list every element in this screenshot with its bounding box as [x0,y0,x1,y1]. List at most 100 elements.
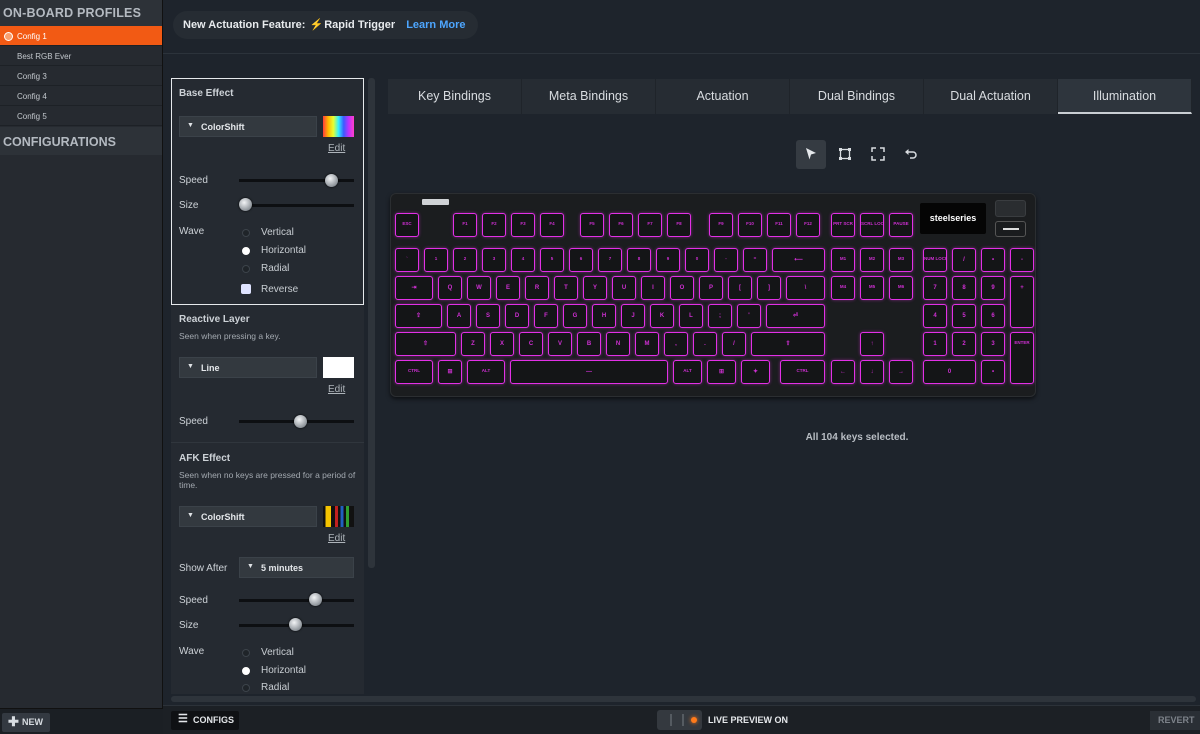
keyboard-key[interactable]: ⇪ [395,304,442,328]
keyboard-key[interactable]: - [714,248,738,272]
keyboard-key[interactable]: • [981,360,1005,384]
keyboard-key[interactable]: F5 [580,213,604,237]
keyboard-key[interactable]: M3 [889,248,913,272]
keyboard-key[interactable]: Z [461,332,485,356]
keyboard-key[interactable]: 7 [598,248,622,272]
volume-wheel[interactable] [995,200,1026,217]
keyboard-key[interactable]: → [889,360,913,384]
keyboard-key[interactable]: W [467,276,491,300]
keyboard-key[interactable]: 8 [627,248,651,272]
keyboard-key[interactable]: 0 [923,360,976,384]
keyboard-key[interactable]: 3 [482,248,506,272]
profile-item-config-5[interactable]: Config 5 [0,106,162,126]
learn-more-link[interactable]: Learn More [406,19,465,31]
revert-button[interactable]: REVERT [1150,711,1200,730]
keyboard-key[interactable]: 4 [923,304,947,328]
keyboard-key[interactable]: ` [395,248,419,272]
keyboard-key[interactable]: ↑ [860,332,884,356]
keyboard-key[interactable]: Y [583,276,607,300]
base-speed-knob[interactable] [325,174,338,187]
afk-effect-dropdown[interactable]: ▼ ColorShift [179,506,317,527]
keyboard-key[interactable]: 4 [511,248,535,272]
media-button[interactable] [995,221,1026,237]
base-size-slider[interactable] [239,204,354,207]
keyboard-key[interactable]: M5 [860,276,884,300]
keyboard-key[interactable]: ESC [395,213,419,237]
keyboard-key[interactable]: L [679,304,703,328]
keyboard-key[interactable]: 2 [453,248,477,272]
tab-illumination[interactable]: Illumination [1058,79,1192,114]
keyboard-key[interactable]: F12 [796,213,820,237]
keyboard-key[interactable]: • [981,248,1005,272]
keyboard-key[interactable]: NUM LOCK [923,248,947,272]
panel-scrollbar[interactable] [368,78,375,568]
keyboard-key[interactable]: F6 [609,213,633,237]
keyboard-key[interactable]: Q [438,276,462,300]
horizontal-scrollbar[interactable] [171,696,1196,702]
tab-dual-bindings[interactable]: Dual Bindings [790,79,924,114]
marquee-select-icon[interactable] [830,140,860,169]
keyboard-key[interactable]: PRT SCR [831,213,855,237]
keyboard-key[interactable]: M6 [889,276,913,300]
keyboard-key[interactable]: / [722,332,746,356]
keyboard-key[interactable]: F2 [482,213,506,237]
keyboard-key[interactable]: E [496,276,520,300]
keyboard-key[interactable]: ENTER [1010,332,1034,384]
keyboard-key[interactable]: F1 [453,213,477,237]
tab-key-bindings[interactable]: Key Bindings [388,79,522,114]
keyboard-key[interactable]: 3 [981,332,1005,356]
keyboard-key[interactable]: N [606,332,630,356]
reactive-speed-knob[interactable] [294,415,307,428]
keyboard-key[interactable]: 0 [685,248,709,272]
afk-size-knob[interactable] [289,618,302,631]
keyboard-key[interactable]: ✦ [741,360,770,384]
reactive-edit-link[interactable]: Edit [328,384,345,395]
keyboard-key[interactable]: M1 [831,248,855,272]
live-preview-toggle[interactable] [657,710,702,730]
base-reverse-checkbox[interactable] [241,284,251,294]
keyboard-key[interactable]: 6 [981,304,1005,328]
keyboard-key[interactable]: ⏎ [766,304,825,328]
keyboard-key[interactable]: U [612,276,636,300]
keyboard-key[interactable]: X [490,332,514,356]
base-wave-radial-radio[interactable] [242,265,250,273]
tab-actuation[interactable]: Actuation [656,79,790,114]
keyboard-key[interactable]: 2 [952,332,976,356]
keyboard-key[interactable]: ⊞ [707,360,736,384]
afk-color-swatch[interactable] [323,506,354,527]
keyboard-key[interactable]: F4 [540,213,564,237]
keyboard-key[interactable]: J [621,304,645,328]
undo-icon[interactable] [896,140,926,169]
new-config-button[interactable]: ✚ NEW [2,713,50,732]
keyboard-key[interactable]: K [650,304,674,328]
keyboard-key[interactable]: T [554,276,578,300]
keyboard-key[interactable]: R [525,276,549,300]
reactive-color-swatch[interactable] [323,357,354,378]
base-wave-horizontal-radio[interactable] [242,247,250,255]
keyboard-key[interactable]: B [577,332,601,356]
keyboard-key[interactable]: 6 [569,248,593,272]
afk-wave-radial-radio[interactable] [242,684,250,692]
keyboard-key[interactable]: O [670,276,694,300]
afk-show-after-dropdown[interactable]: ▼ 5 minutes [239,557,354,578]
keyboard-key[interactable]: ⇧ [751,332,825,356]
expand-icon[interactable] [863,140,893,169]
keyboard-key[interactable]: ⊞ [438,360,462,384]
keyboard-key[interactable]: - [1010,248,1034,272]
base-effect-edit-link[interactable]: Edit [328,143,345,154]
keyboard-key[interactable]: PAUSE [889,213,913,237]
keyboard-key[interactable]: I [641,276,665,300]
keyboard-key[interactable]: F9 [709,213,733,237]
keyboard-key[interactable]: ⟵ [772,248,825,272]
keyboard-key[interactable]: F8 [667,213,691,237]
keyboard-key[interactable]: + [1010,276,1034,328]
keyboard-key[interactable]: F7 [638,213,662,237]
keyboard-key[interactable]: ] [757,276,781,300]
afk-wave-vertical-radio[interactable] [242,649,250,657]
base-effect-color-swatch[interactable] [323,116,354,137]
keyboard-key[interactable]: 8 [952,276,976,300]
keyboard-key[interactable]: ↓ [860,360,884,384]
keyboard-key[interactable]: F3 [511,213,535,237]
select-pointer-icon[interactable] [796,140,826,169]
keyboard-key[interactable]: 7 [923,276,947,300]
